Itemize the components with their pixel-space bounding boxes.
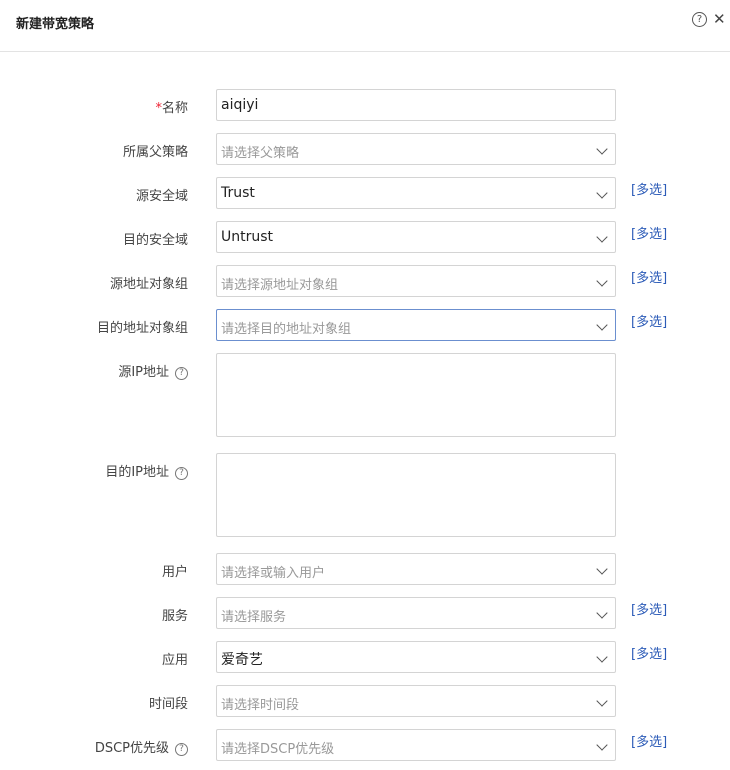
dst-addr-group-select[interactable]: 请选择目的地址对象组 <box>216 309 616 341</box>
parent-policy-label: 所属父策略 <box>122 145 188 160</box>
user-select[interactable]: 请选择或输入用户 <box>216 553 616 585</box>
name-label: *名称 <box>155 101 188 116</box>
name-value: aiqiyi <box>221 97 259 113</box>
src-zone-value: Trust <box>221 185 255 201</box>
service-multi-select-link[interactable]: [多选] <box>631 599 667 618</box>
question-icon[interactable]: ? <box>175 743 188 756</box>
time-range-placeholder: 请选择时间段 <box>221 698 300 713</box>
service-placeholder: 请选择服务 <box>221 610 287 625</box>
src-zone-multi-select-link[interactable]: [多选] <box>631 179 667 198</box>
dst-addr-group-multi-select-link[interactable]: [多选] <box>631 311 667 330</box>
time-range-label: 时间段 <box>148 697 188 712</box>
user-placeholder: 请选择或输入用户 <box>221 566 326 581</box>
service-label: 服务 <box>161 609 188 624</box>
service-select[interactable]: 请选择服务 <box>216 597 616 629</box>
dialog-header: 新建带宽策略 ? ✕ <box>0 0 730 52</box>
chevron-down-icon <box>596 319 608 331</box>
chevron-down-icon <box>596 563 608 575</box>
src-ip-textarea[interactable] <box>216 353 616 437</box>
chevron-down-icon <box>596 275 608 287</box>
dst-addr-group-placeholder: 请选择目的地址对象组 <box>221 322 352 337</box>
application-select[interactable]: 爱奇艺 <box>216 641 616 673</box>
src-zone-select[interactable]: Trust <box>216 177 616 209</box>
question-icon[interactable]: ? <box>175 367 188 380</box>
chevron-down-icon <box>596 607 608 619</box>
src-addr-group-select[interactable]: 请选择源地址对象组 <box>216 265 616 297</box>
src-ip-label: 源IP地址? <box>118 361 188 380</box>
question-icon[interactable]: ? <box>175 467 188 480</box>
chevron-down-icon <box>596 695 608 707</box>
parent-policy-select[interactable]: 请选择父策略 <box>216 133 616 165</box>
application-value: 爱奇艺 <box>221 652 263 668</box>
name-input[interactable]: aiqiyi <box>216 89 616 121</box>
src-zone-label: 源安全域 <box>135 189 188 204</box>
application-multi-select-link[interactable]: [多选] <box>631 643 667 662</box>
dst-ip-textarea[interactable] <box>216 453 616 537</box>
dscp-select[interactable]: 请选择DSCP优先级 <box>216 729 616 761</box>
chevron-down-icon <box>596 143 608 155</box>
dscp-multi-select-link[interactable]: [多选] <box>631 731 667 750</box>
parent-policy-placeholder: 请选择父策略 <box>221 146 300 161</box>
chevron-down-icon <box>596 187 608 199</box>
chevron-down-icon <box>596 231 608 243</box>
close-icon[interactable]: ✕ <box>713 10 726 28</box>
time-range-select[interactable]: 请选择时间段 <box>216 685 616 717</box>
src-addr-group-label: 源地址对象组 <box>109 277 188 292</box>
application-label: 应用 <box>161 653 188 668</box>
dst-ip-label: 目的IP地址? <box>105 461 188 480</box>
dst-zone-value: Untrust <box>221 229 274 245</box>
src-addr-group-multi-select-link[interactable]: [多选] <box>631 267 667 286</box>
dscp-label: DSCP优先级? <box>95 737 188 756</box>
user-label: 用户 <box>161 565 188 580</box>
dst-zone-label: 目的安全域 <box>122 233 188 248</box>
dst-zone-select[interactable]: Untrust <box>216 221 616 253</box>
dscp-placeholder: 请选择DSCP优先级 <box>221 742 335 757</box>
src-addr-group-placeholder: 请选择源地址对象组 <box>221 278 339 293</box>
chevron-down-icon <box>596 651 608 663</box>
help-icon[interactable]: ? <box>692 12 707 27</box>
dialog-title: 新建带宽策略 <box>16 17 95 32</box>
dst-addr-group-label: 目的地址对象组 <box>96 321 188 336</box>
dst-zone-multi-select-link[interactable]: [多选] <box>631 223 667 242</box>
chevron-down-icon <box>596 739 608 751</box>
